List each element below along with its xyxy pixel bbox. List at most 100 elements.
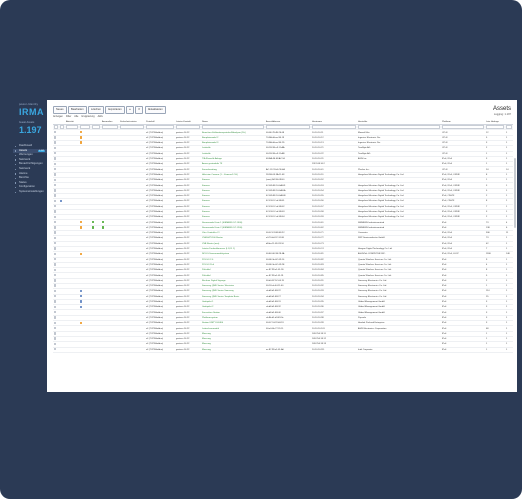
column-filter-input[interactable] — [506, 125, 512, 129]
checkbox-icon[interactable] — [54, 263, 57, 266]
checkbox-icon[interactable] — [54, 289, 57, 293]
checkbox-icon[interactable] — [54, 300, 57, 303]
table-row[interactable]: v4 (TCP/Modbus) gestern 14:22 Messung ac:87… — [53, 347, 513, 353]
checkbox-icon[interactable] — [54, 146, 57, 150]
checkbox-icon[interactable] — [54, 279, 57, 282]
checkbox-icon[interactable] — [54, 210, 57, 213]
column-filter-input[interactable] — [54, 125, 58, 129]
checkbox-icon[interactable] — [54, 252, 57, 256]
hostname-cell: 10.10.10.111 — [311, 347, 357, 353]
checkbox-icon[interactable] — [54, 310, 57, 314]
checkbox-icon[interactable] — [54, 326, 57, 330]
table-body: v4 (TCP/Modbus) gestern 14:22 Branchen-Kal… — [53, 129, 513, 353]
info-icon — [80, 300, 83, 303]
checkbox-icon[interactable] — [54, 152, 57, 155]
nav-bullet-icon — [15, 154, 17, 157]
checkbox-icon[interactable] — [54, 273, 57, 277]
main-content: Neues Bearbeiten Löschen Exportieren ≡ ⟳ Aktua… — [47, 100, 517, 392]
checkbox-icon[interactable] — [54, 205, 57, 208]
checkbox-icon[interactable] — [54, 141, 57, 144]
filter-toggle-2[interactable]: Alle — [74, 115, 78, 118]
toolbar-button-6[interactable]: Aktualisieren — [144, 106, 166, 114]
filter-bar: Anzeigen Filter Alle Gruppierung Aktiv — [53, 115, 106, 119]
sidebar-item-systemeinstellungen[interactable]: Systemeinstellungen — [13, 190, 47, 195]
info-icon — [80, 289, 83, 293]
column-filter-input[interactable] — [176, 125, 200, 129]
filter-toggle-0[interactable]: Anzeigen — [53, 115, 63, 118]
checkbox-icon[interactable] — [54, 189, 57, 192]
icon-cell — [101, 347, 119, 353]
column-filter-input[interactable] — [312, 125, 356, 129]
checkbox-icon[interactable] — [54, 220, 57, 224]
column-filter-input[interactable] — [358, 125, 440, 129]
checkbox-icon[interactable] — [54, 257, 57, 261]
info-icon — [60, 199, 63, 203]
warning-icon — [80, 136, 83, 139]
info-icon — [80, 305, 83, 309]
assets-table-wrapper: Aktivität Anomalien Sicherheitsstatus Proto… — [53, 120, 513, 388]
toolbar-button-2[interactable]: Löschen — [88, 106, 104, 114]
checkbox-icon[interactable] — [54, 316, 57, 319]
column-filter-input[interactable] — [80, 125, 90, 129]
checkbox-icon[interactable] — [54, 342, 57, 346]
checkbox-icon[interactable] — [54, 136, 57, 139]
column-filter-input[interactable] — [102, 125, 118, 129]
page-title: Assets — [492, 106, 511, 112]
checkbox-icon[interactable] — [54, 183, 57, 187]
nav-bullet-icon — [15, 186, 17, 189]
checkbox-icon[interactable] — [54, 173, 57, 176]
filter-toggle-1[interactable]: Filter — [66, 115, 71, 118]
sidebar-item-label: Netzwerk — [19, 157, 31, 161]
checkbox-icon[interactable] — [54, 247, 57, 250]
column-filter-input[interactable] — [92, 125, 100, 129]
toolbar-button-5[interactable]: ⟳ — [135, 106, 144, 114]
vertical-scrollbar[interactable] — [514, 158, 516, 228]
platform-cell: IPv4 — [441, 347, 485, 353]
column-filter-input[interactable] — [146, 125, 174, 129]
checkbox-icon[interactable] — [54, 321, 57, 324]
checkbox-icon[interactable] — [54, 348, 57, 351]
checkbox-icon[interactable] — [54, 194, 57, 197]
column-filter-input[interactable] — [66, 125, 78, 129]
request-count-cell: 1 — [485, 347, 505, 353]
column-filter-input[interactable] — [202, 125, 264, 129]
checkbox-icon[interactable] — [54, 337, 57, 340]
filter-toggle-3[interactable]: Gruppierung — [81, 115, 94, 118]
checkbox-icon[interactable] — [54, 284, 57, 287]
toolbar-button-1[interactable]: Bearbeiten — [68, 106, 87, 114]
toolbar: Neues Bearbeiten Löschen Exportieren ≡ ⟳ Aktua… — [53, 106, 167, 114]
filter-toggle-4[interactable]: Aktiv — [98, 115, 103, 118]
toolbar-button-0[interactable]: Neues — [53, 106, 67, 114]
toolbar-button-3[interactable]: Exportieren — [105, 106, 125, 114]
checkbox-icon[interactable] — [54, 130, 57, 134]
checkbox-icon[interactable] — [54, 268, 57, 271]
checkbox-icon[interactable] — [54, 199, 57, 203]
asset-name-link[interactable]: Messung — [201, 347, 265, 353]
page-subtitle: Logging: 1.197 — [493, 113, 511, 116]
checkbox-icon[interactable] — [54, 231, 57, 234]
plc-icon — [92, 220, 95, 224]
last-contact-cell: gestern 14:22 — [175, 347, 201, 353]
checkbox-icon[interactable] — [54, 236, 57, 240]
checkbox-icon[interactable] — [54, 242, 57, 245]
checkbox-icon[interactable] — [54, 332, 57, 335]
sidebar-nav: Dashboard Assets 1.197 Warnungen Netzwerk Ben… — [13, 144, 47, 195]
checkbox-icon[interactable] — [54, 305, 57, 309]
vendor-cell: Intel Corporate — [357, 347, 441, 353]
column-filter-input[interactable] — [266, 125, 310, 129]
checkbox-icon[interactable] — [54, 215, 57, 218]
column-filter-input[interactable] — [486, 125, 504, 129]
toolbar-button-4[interactable]: ≡ — [126, 106, 134, 114]
checkbox-icon[interactable] — [54, 295, 57, 298]
checkbox-icon[interactable] — [54, 178, 57, 181]
checkbox-icon[interactable] — [54, 157, 57, 160]
brand-logo[interactable]: IRMA — [19, 107, 44, 117]
sidebar-item-label: Assets — [19, 148, 28, 152]
nav-bullet-icon — [15, 191, 17, 193]
checkbox-icon[interactable] — [54, 226, 57, 229]
checkbox-icon[interactable] — [54, 162, 57, 166]
column-filter-input[interactable] — [120, 125, 144, 129]
column-filter-input[interactable] — [442, 125, 484, 129]
column-filter-input[interactable] — [60, 125, 64, 129]
checkbox-icon[interactable] — [54, 167, 57, 171]
